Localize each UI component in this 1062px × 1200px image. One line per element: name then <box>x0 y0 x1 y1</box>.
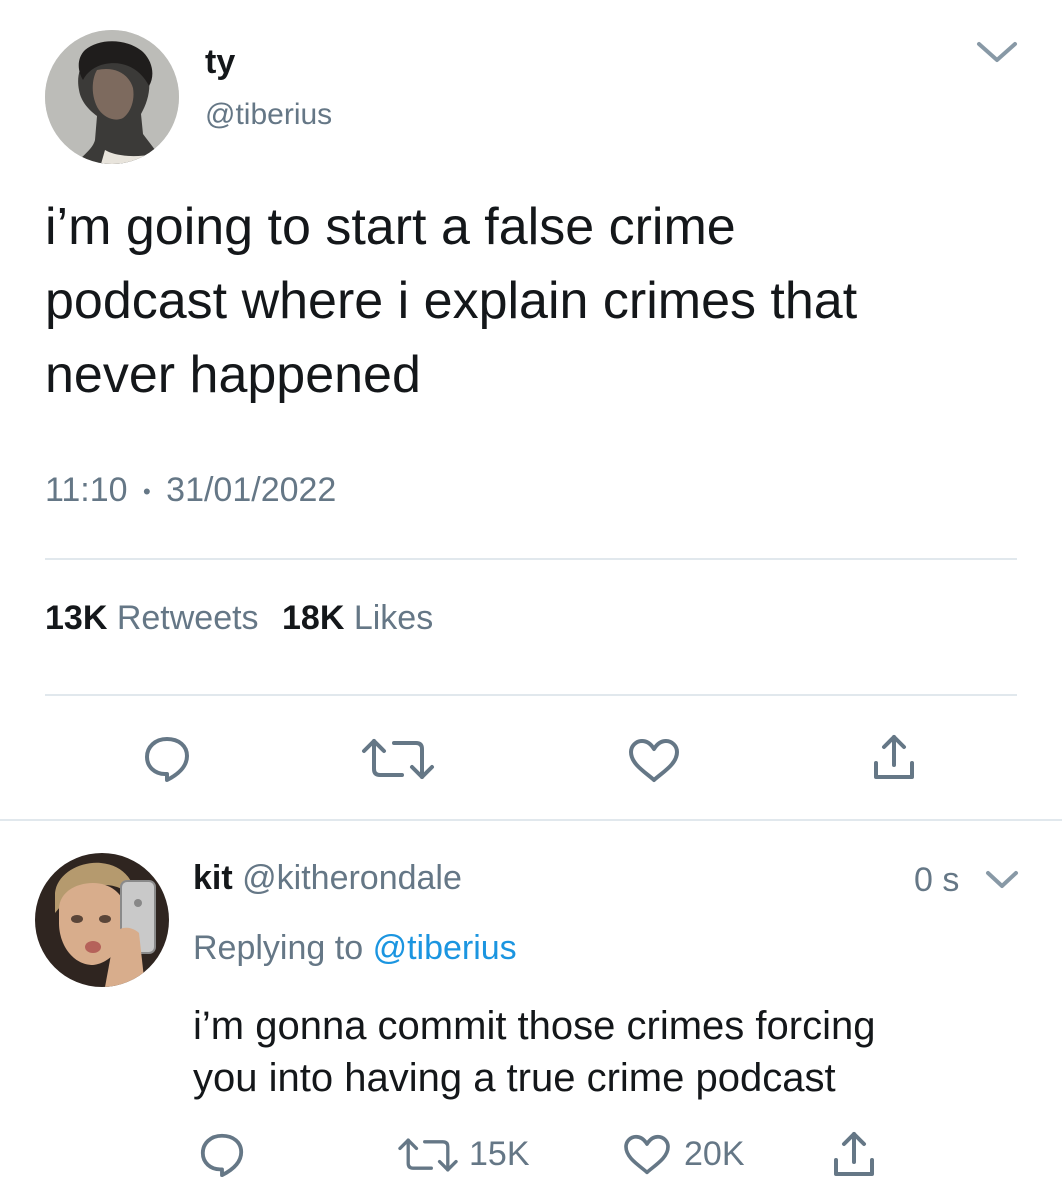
avatar-ty[interactable] <box>45 30 179 164</box>
retweet-label: Retweets <box>116 599 259 637</box>
tweet-text-line: podcast where i explain crimes that <box>45 272 858 330</box>
reply-author[interactable]: kit @kitherondale <box>193 858 462 898</box>
share-icon[interactable] <box>872 733 916 781</box>
author-handle[interactable]: @tiberius <box>205 97 332 133</box>
tweet-text-line: i’m going to start a false crime <box>45 198 736 256</box>
retweet-count: 13K <box>45 599 108 637</box>
tweet-date: 31/01/2022 <box>166 471 337 509</box>
replying-prefix: Replying to <box>193 929 364 967</box>
reply-like-count: 20K <box>684 1135 745 1173</box>
reply-retweet-count: 15K <box>469 1135 530 1173</box>
like-button[interactable]: 20K <box>622 1132 762 1176</box>
chevron-down-icon[interactable] <box>975 38 1019 66</box>
reply-icon[interactable] <box>141 733 193 783</box>
reply-text-line: i’m gonna commit those crimes forcing <box>193 1004 876 1048</box>
like-count: 18K <box>282 599 345 637</box>
likes-stat[interactable]: 18K Likes <box>282 599 433 637</box>
reply-author-handle: @kitherondale <box>242 859 462 897</box>
reply-timestamp[interactable]: 0 s <box>914 860 959 900</box>
tweet-text: i’m going to start a false crime podcast… <box>45 190 857 412</box>
avatar-kit[interactable] <box>35 853 169 987</box>
tweet-text-line: never happened <box>45 346 421 404</box>
divider <box>45 558 1017 560</box>
divider <box>45 694 1017 696</box>
reply-icon[interactable] <box>197 1130 247 1178</box>
reply-text: i’m gonna commit those crimes forcing yo… <box>193 1000 875 1104</box>
divider <box>0 819 1062 821</box>
avatar-image <box>35 853 169 987</box>
timestamp-separator: • <box>143 479 151 505</box>
like-label: Likes <box>353 599 434 637</box>
retweet-icon <box>398 1138 458 1172</box>
chevron-down-icon[interactable] <box>984 868 1020 892</box>
avatar-image <box>45 30 179 164</box>
author-name[interactable]: ty <box>205 42 235 82</box>
retweet-icon[interactable] <box>358 737 438 781</box>
replying-to: Replying to @tiberius <box>193 928 517 968</box>
retweets-stat[interactable]: 13K Retweets <box>45 599 268 637</box>
tweet-timestamp[interactable]: 11:10 • 31/01/2022 <box>45 470 336 512</box>
heart-icon[interactable] <box>627 738 681 784</box>
tweet-time: 11:10 <box>45 471 128 509</box>
reply-text-line: you into having a true crime podcast <box>193 1056 836 1100</box>
reply-author-name: kit <box>193 859 233 897</box>
share-icon[interactable] <box>832 1130 876 1178</box>
heart-icon <box>624 1134 670 1175</box>
tweet-stats: 13K Retweets 18K Likes <box>45 598 433 638</box>
retweet-button[interactable]: 15K <box>395 1132 545 1176</box>
replying-handle-link[interactable]: @tiberius <box>373 929 517 967</box>
